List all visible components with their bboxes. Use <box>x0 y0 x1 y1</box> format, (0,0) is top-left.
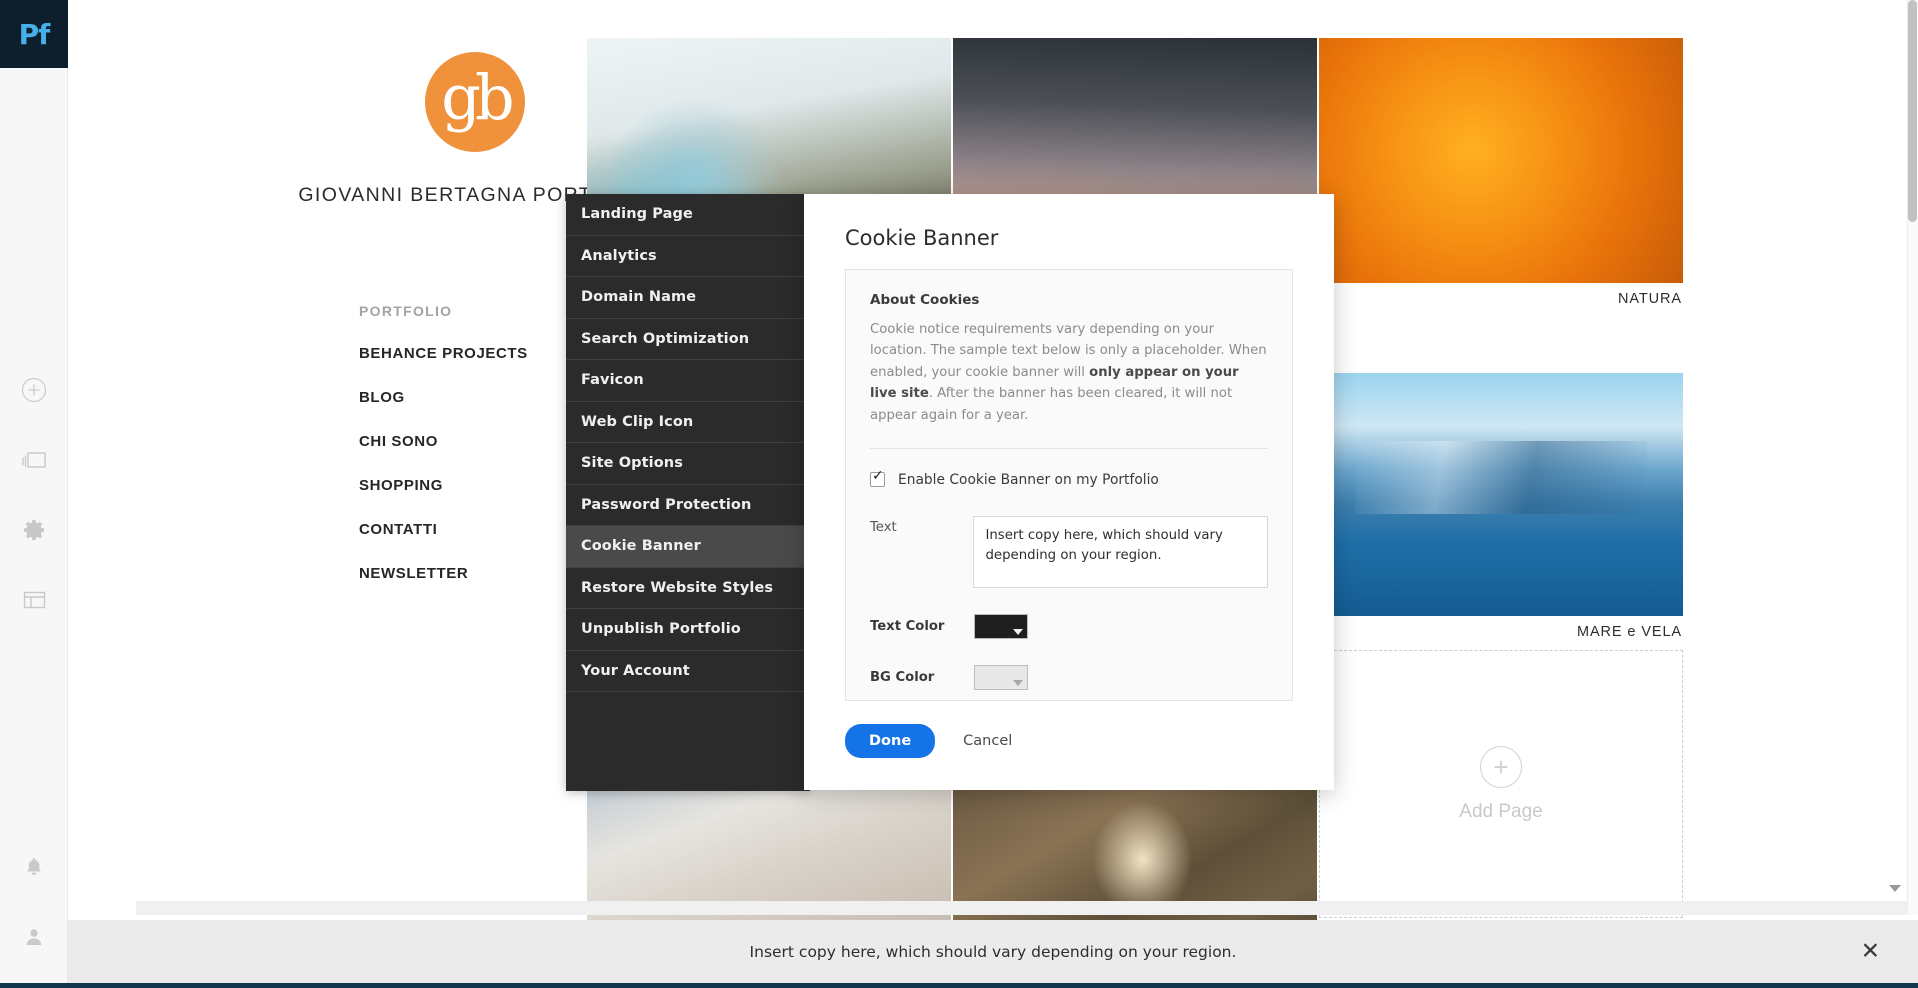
window-bottom-bar <box>0 983 1918 988</box>
brand-mark: gb <box>425 52 525 152</box>
add-page-button[interactable]: + Add Page <box>1319 650 1683 918</box>
enable-cookie-banner-label: Enable Cookie Banner on my Portfolio <box>898 471 1159 488</box>
cookie-banner-dialog: Cookie Banner About Cookies Cookie notic… <box>804 194 1334 790</box>
settings-item-unpublish-portfolio[interactable]: Unpublish Portfolio <box>566 609 810 651</box>
about-cookies-text: Cookie notice requirements vary dependin… <box>870 319 1268 426</box>
enable-cookie-banner-row[interactable]: Enable Cookie Banner on my Portfolio <box>870 469 1268 488</box>
about-cookies-heading: About Cookies <box>870 292 980 308</box>
app-window: Pf gb GIOVANNI BERTAGNA PORTFOLIO PORTFO… <box>0 0 1918 988</box>
settings-item-domain-name[interactable]: Domain Name <box>566 277 810 319</box>
portfolio-logo-label: Pf <box>18 17 51 51</box>
orange-flower-photo <box>1319 38 1683 283</box>
portfolio-logo[interactable]: Pf <box>0 0 68 68</box>
rail-bottom-group <box>0 832 68 972</box>
scrollbar-thumb[interactable] <box>1908 0 1917 222</box>
banner-text-label: Text <box>870 519 897 535</box>
settings-item-search-optimization[interactable]: Search Optimization <box>566 319 810 360</box>
rail-icon-group <box>0 355 68 635</box>
bg-color-row: BG Color <box>870 664 1268 690</box>
banner-text-row: Text <box>870 515 1268 588</box>
settings-item-restore-website-styles[interactable]: Restore Website Styles <box>566 568 810 609</box>
settings-item-your-account[interactable]: Your Account <box>566 651 810 692</box>
bell-icon[interactable] <box>0 832 68 902</box>
settings-item-web-clip-icon[interactable]: Web Clip Icon <box>566 402 810 443</box>
text-color-label: Text Color <box>870 618 945 634</box>
cancel-button[interactable]: Cancel <box>963 733 1012 749</box>
grid-item-flower[interactable]: NATURA <box>1319 38 1683 307</box>
sailboats-lake-photo <box>1319 373 1683 616</box>
close-icon[interactable]: ✕ <box>1861 940 1880 964</box>
settings-item-landing-page[interactable]: Landing Page <box>566 194 810 236</box>
settings-item-analytics[interactable]: Analytics <box>566 236 810 277</box>
cookie-banner-message: Insert copy here, which should vary depe… <box>749 943 1237 961</box>
pages-icon[interactable] <box>0 425 68 495</box>
add-page-label: Add Page <box>1459 800 1543 822</box>
plus-icon: + <box>1480 745 1522 788</box>
chevron-down-icon <box>1013 679 1023 686</box>
dialog-title: Cookie Banner <box>845 226 999 250</box>
canvas-bottom-strip <box>136 901 1918 915</box>
bg-color-swatch[interactable] <box>974 664 1028 690</box>
add-icon[interactable] <box>0 355 68 425</box>
vertical-scrollbar[interactable] <box>1907 0 1918 915</box>
done-button[interactable]: Done <box>845 724 936 758</box>
grid-item-sail[interactable]: MARE e VELA <box>1319 373 1683 640</box>
banner-text-input[interactable] <box>973 515 1268 588</box>
text-color-swatch[interactable] <box>974 613 1028 639</box>
cookie-banner-bar: Insert copy here, which should vary depe… <box>68 920 1918 988</box>
grid-caption-mare-e-vela: MARE e VELA <box>1577 624 1682 640</box>
dialog-actions: Done Cancel <box>845 724 1012 758</box>
brand-mark-label: gb <box>441 61 514 134</box>
left-rail: Pf <box>0 0 68 988</box>
chevron-down-icon <box>1013 628 1023 635</box>
settings-item-password-protection[interactable]: Password Protection <box>566 485 810 526</box>
text-color-row: Text Color <box>870 613 1268 639</box>
gear-icon[interactable] <box>0 495 68 565</box>
grid-caption-natura: NATURA <box>1618 291 1682 307</box>
enable-cookie-banner-checkbox[interactable] <box>870 469 885 488</box>
settings-item-site-options[interactable]: Site Options <box>566 443 810 485</box>
settings-item-cookie-banner[interactable]: Cookie Banner <box>566 526 810 568</box>
scroll-down-caret-icon[interactable] <box>1889 885 1901 892</box>
account-icon[interactable] <box>0 902 68 972</box>
settings-menu: Landing Page Analytics Domain Name Searc… <box>566 194 810 791</box>
layout-icon[interactable] <box>0 565 68 635</box>
panel-divider <box>870 447 1268 449</box>
bg-color-label: BG Color <box>870 669 935 685</box>
dialog-panel: About Cookies Cookie notice requirements… <box>845 269 1293 701</box>
site-header-column: gb GIOVANNI BERTAGNA PORTFOLIO PORTFOLIO… <box>68 0 656 988</box>
settings-item-favicon[interactable]: Favicon <box>566 360 810 402</box>
